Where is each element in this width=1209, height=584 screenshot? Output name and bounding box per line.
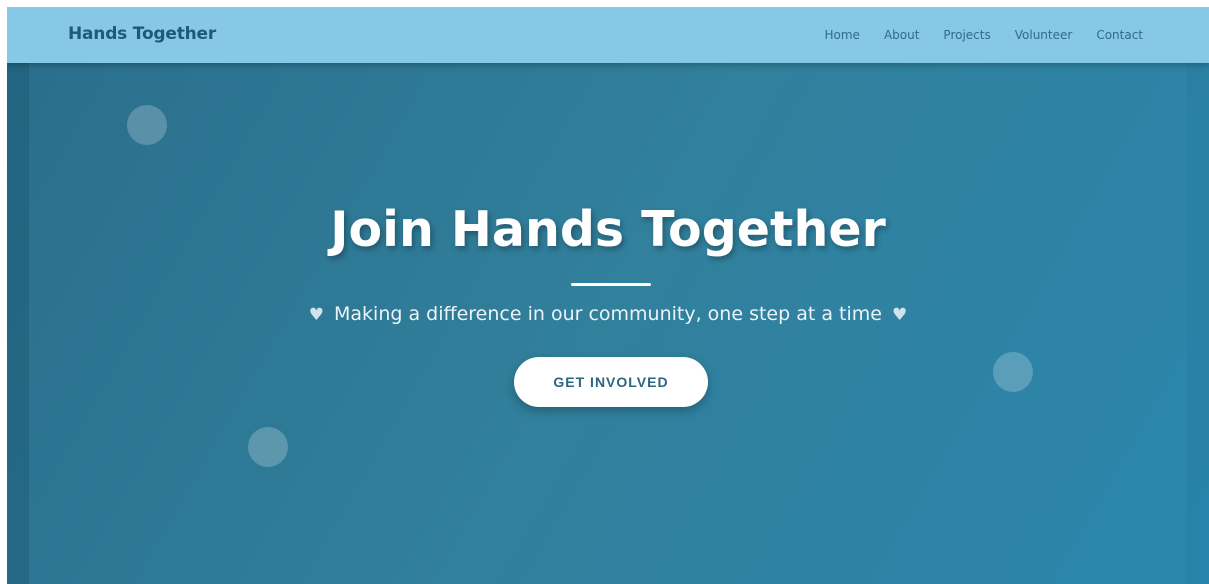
nav-link-home[interactable]: Home: [825, 28, 860, 42]
brand-logo[interactable]: Hands Together: [68, 24, 216, 44]
nav-link-contact[interactable]: Contact: [1096, 28, 1143, 42]
heart-icon: ♥: [892, 305, 908, 325]
heart-icon: ♥: [308, 305, 324, 325]
hero-title: Join Hands Together: [330, 201, 886, 258]
nav-link-projects[interactable]: Projects: [943, 28, 990, 42]
hero-tagline: ♥ Making a difference in our community, …: [7, 303, 1209, 325]
decorative-bubble: [248, 427, 288, 467]
nav-link-about[interactable]: About: [884, 28, 919, 42]
hero-section: Join Hands Together ♥ Making a differenc…: [7, 63, 1209, 584]
page-frame: Hands Together Home About Projects Volun…: [7, 7, 1209, 584]
nav-links: Home About Projects Volunteer Contact: [801, 28, 1144, 42]
decorative-bubble: [993, 352, 1033, 392]
hero-tagline-text: Making a difference in our community, on…: [334, 303, 882, 325]
navbar: Hands Together Home About Projects Volun…: [7, 7, 1209, 63]
decorative-bubble: [127, 105, 167, 145]
title-divider: [571, 283, 651, 286]
get-involved-button[interactable]: GET INVOLVED: [514, 357, 708, 407]
nav-link-volunteer[interactable]: Volunteer: [1015, 28, 1073, 42]
